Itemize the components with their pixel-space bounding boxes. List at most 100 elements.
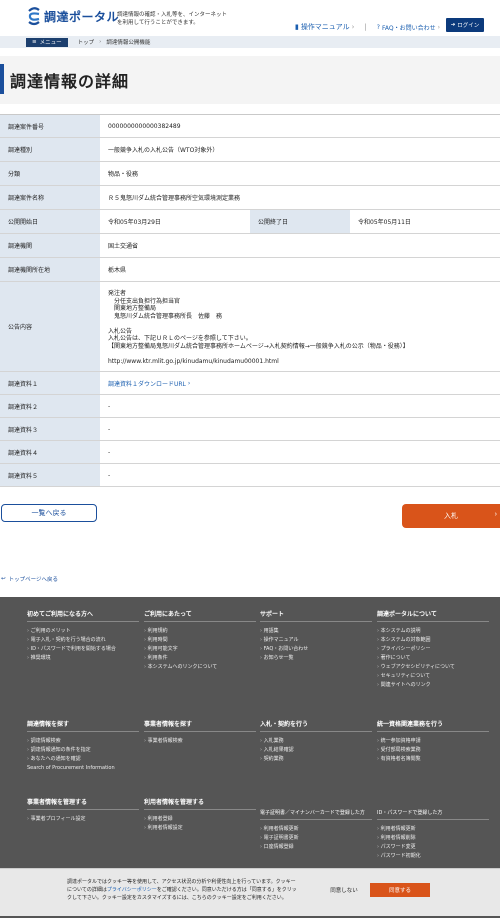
footer-link[interactable]: 推奨環境 xyxy=(27,654,139,663)
footer-heading[interactable]: 調達情報を探す xyxy=(27,719,139,732)
faq-link[interactable]: ? FAQ・お問い合わせ › xyxy=(377,23,440,32)
footer-link[interactable]: 契約業務 xyxy=(260,755,372,764)
footer-link[interactable]: ID・パスワードで利用を開始する場合 xyxy=(27,645,139,654)
footer-link[interactable]: 本システムの対象範囲 xyxy=(377,636,489,645)
privacy-policy-link[interactable]: プライバシーポリシー xyxy=(107,887,157,893)
row-label: 調達資料２ xyxy=(0,395,100,417)
footer-link[interactable]: 関連サイトへのリンク xyxy=(377,681,489,690)
title-accent-bar xyxy=(0,64,4,94)
table-row: 調達機関 国土交通省 xyxy=(0,234,500,258)
table-row: 調達資料４ - xyxy=(0,441,500,464)
footer-link[interactable]: 調達情報通知の条件を指定 xyxy=(27,746,139,755)
separator: | xyxy=(364,23,367,31)
hamburger-icon: ≡ xyxy=(32,39,37,45)
breadcrumb-top[interactable]: トップ xyxy=(78,38,95,46)
footer-link[interactable]: ご利用のメリット xyxy=(27,627,139,636)
footer-link[interactable]: 入札業務 xyxy=(260,737,372,746)
footer-heading[interactable]: 入札・契約を行う xyxy=(260,719,372,732)
doc1-download-link[interactable]: 調達資料１ダウンロードURL xyxy=(108,379,186,388)
footer-heading[interactable]: 事業者情報を探す xyxy=(144,719,256,732)
footer-link[interactable]: 電子入札・契約を行う場合の流れ xyxy=(27,636,139,645)
row-label: 調達機関 xyxy=(0,234,100,257)
faq-link-label: FAQ・お問い合わせ xyxy=(381,24,436,32)
row-value: - xyxy=(108,471,111,479)
footer-link[interactable]: 口座情報登録 xyxy=(260,843,372,852)
footer-link[interactable]: 統一参加資格申請 xyxy=(377,737,489,746)
row-label: 調達資料３ xyxy=(0,418,100,440)
footer-link[interactable]: 事業者情報検索 xyxy=(144,737,256,746)
footer-link[interactable]: 利用者情報削除 xyxy=(377,834,489,843)
manual-link-label: 操作マニュアル xyxy=(300,23,350,31)
chevron-right-icon: › xyxy=(99,39,102,45)
footer-link[interactable]: 調達情報検索 xyxy=(27,737,139,746)
row-label: 調達案件番号 xyxy=(0,115,100,137)
footer-link[interactable]: 入札結果確認 xyxy=(260,746,372,755)
footer-heading[interactable]: 初めてご利用になる方へ xyxy=(27,609,139,622)
site-tagline: 調達情報の確認・入札等を、インターネットを利用して行うことができます。 xyxy=(117,12,228,26)
footer-column: ご利用にあたって 利用規約 利用時間 利用可能文字 利用条件 本システムへのリン… xyxy=(144,609,256,672)
login-button[interactable]: ➔ ログイン xyxy=(446,18,484,32)
footer-link[interactable]: ウェブアクセシビリティについて xyxy=(377,663,489,672)
chevron-right-icon: › xyxy=(351,23,355,31)
footer-link[interactable]: パスワード変更 xyxy=(377,843,489,852)
footer-link[interactable]: 本システムの説明 xyxy=(377,627,489,636)
footer-link[interactable]: 有資格者名簿閲覧 xyxy=(377,755,489,764)
logo-text: 調達ポータル xyxy=(44,9,120,24)
footer-link[interactable]: 利用者情報設定 xyxy=(144,824,256,833)
footer-heading[interactable]: ID・パスワードで登録した方 xyxy=(377,809,489,820)
footer-link[interactable]: 本システムへのリンクについて xyxy=(144,663,256,672)
footer-link[interactable]: 用語集 xyxy=(260,627,372,636)
footer-heading[interactable]: サポート xyxy=(260,609,372,622)
footer-heading[interactable]: 事業者情報を管理する xyxy=(27,797,139,810)
back-to-list-button[interactable]: 一覧へ戻る xyxy=(1,504,97,522)
footer-link[interactable]: 利用条件 xyxy=(144,654,256,663)
site-logo[interactable]: 調達ポータル xyxy=(26,6,119,26)
footer-column: 調達情報を探す 調達情報検索 調達情報通知の条件を指定 あなたへの通知を確認 S… xyxy=(27,719,139,773)
row-label: 調達資料１ xyxy=(0,372,100,394)
footer-link[interactable]: 著作について xyxy=(377,654,489,663)
cookie-decline-button[interactable]: 同意しない xyxy=(327,883,361,897)
footer-link[interactable]: パスワード初期化 xyxy=(377,852,489,861)
row-value: 物品・役務 xyxy=(108,171,139,178)
footer-link[interactable]: 利用者登録 xyxy=(144,815,256,824)
footer-link[interactable]: お知らせ一覧 xyxy=(260,654,372,663)
footer-heading[interactable]: 統一資格関連業務を行う xyxy=(377,719,489,732)
table-row: 調達資料２ - xyxy=(0,395,500,418)
footer-link[interactable]: 利用者情報更新 xyxy=(377,825,489,834)
footer-link[interactable]: 事業者プロフィール設定 xyxy=(27,815,139,824)
manual-link[interactable]: ▮ 操作マニュアル › xyxy=(295,22,354,32)
footer-link[interactable]: FAQ・お問い合わせ xyxy=(260,645,372,654)
table-row: 調達案件番号 0000000000000382489 xyxy=(0,115,500,138)
bid-button[interactable]: 入札 › xyxy=(402,504,500,528)
footer-heading[interactable]: ご利用にあたって xyxy=(144,609,256,622)
cookie-accept-button[interactable]: 同意する xyxy=(370,883,430,897)
footer-link[interactable]: プライバシーポリシー xyxy=(377,645,489,654)
title-section: 調達情報の詳細 xyxy=(0,56,500,104)
footer-link[interactable]: 操作マニュアル xyxy=(260,636,372,645)
breadcrumb-current: 調達情報公開機能 xyxy=(106,40,151,46)
footer-link[interactable]: 利用可能文字 xyxy=(144,645,256,654)
footer-link[interactable]: 利用規約 xyxy=(144,627,256,636)
footer-link[interactable]: 利用者情報更新 xyxy=(260,825,372,834)
row-label: 公告内容 xyxy=(0,282,100,371)
footer-link[interactable]: 受付部局検索業務 xyxy=(377,746,489,755)
row-value: - xyxy=(108,448,111,456)
footer-link[interactable]: Search of Procurement Information xyxy=(27,764,139,773)
row-value: 国土交通省 xyxy=(108,243,139,250)
footer-link[interactable]: セキュリティについて xyxy=(377,672,489,681)
footer-heading[interactable]: 電子証明書／マイナンバーカードで登録した方 xyxy=(260,809,372,820)
menu-button[interactable]: ≡ メニュー xyxy=(26,37,68,47)
footer-link[interactable]: 電子証明書更新 xyxy=(260,834,372,843)
row-value: 一般競争入札の入札公告（WTO対象外） xyxy=(108,147,219,154)
detail-table: 調達案件番号 0000000000000382489 調達種別 一般競争入札の入… xyxy=(0,114,500,487)
back-to-top-link[interactable]: ↩ トップページへ戻る xyxy=(1,575,58,583)
footer-column: 電子証明書／マイナンバーカードで登録した方 利用者情報更新 電子証明書更新 口座… xyxy=(260,809,372,852)
footer-heading[interactable]: 調達ポータルについて xyxy=(377,609,489,622)
question-icon: ? xyxy=(376,23,380,31)
footer-link[interactable]: 利用時間 xyxy=(144,636,256,645)
site-header: 調達ポータル 調達情報の確認・入札等を、インターネットを利用して行うことができま… xyxy=(0,0,500,36)
footer-heading[interactable]: 利用者情報を管理する xyxy=(144,797,256,810)
footer-link[interactable]: あなたへの通知を確認 xyxy=(27,755,139,764)
row-label: 調達資料４ xyxy=(0,441,100,463)
row-label: 調達資料５ xyxy=(0,464,100,486)
